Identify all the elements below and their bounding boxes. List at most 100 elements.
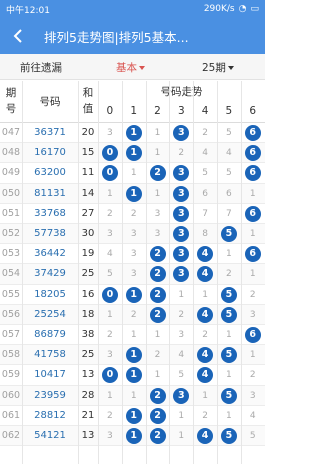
number-cell: 25254	[34, 308, 66, 320]
battery-icon: ▭	[250, 4, 259, 14]
miss-count: 2	[107, 208, 113, 219]
miss-count: 1	[154, 188, 161, 199]
sum-cell: 13	[81, 430, 95, 441]
miss-count: 3	[178, 330, 185, 340]
hit-ball: 1	[125, 125, 142, 141]
number-cell: 18205	[34, 288, 66, 300]
miss-count: 2	[178, 309, 185, 320]
hit-ball: 3	[173, 185, 190, 202]
hit-ball: 3	[173, 205, 190, 222]
hit-ball: 4	[197, 367, 214, 384]
miss-count: 1	[202, 289, 208, 300]
status-time: 中午12:01	[6, 5, 50, 16]
period-cell: 054	[1, 268, 21, 280]
hit-ball: 5	[220, 428, 237, 444]
number-cell: 63200	[34, 167, 66, 179]
hit-ball: 4	[197, 306, 214, 323]
miss-count: 2	[249, 370, 256, 381]
sum-cell: 19	[81, 248, 95, 260]
miss-count: 4	[249, 410, 256, 421]
period-cell: 058	[1, 349, 21, 361]
hit-ball: 5	[220, 306, 237, 323]
miss-count: 1	[107, 309, 113, 320]
miss-count: 1	[226, 249, 232, 260]
hit-ball: 3	[173, 226, 190, 242]
table-row: 055 18205 16 0 1 2 1 1 5 2	[0, 285, 265, 305]
miss-count: 5	[226, 168, 232, 179]
period-cell: 061	[1, 409, 21, 421]
header-sum: 和值	[78, 85, 98, 117]
chevron-down-icon	[139, 66, 145, 70]
period-dropdown[interactable]: 25期	[202, 60, 234, 75]
period-cell: 056	[1, 308, 21, 320]
sum-cell: 21	[81, 409, 95, 421]
miss-count: 2	[178, 148, 185, 159]
miss-count: 7	[226, 208, 232, 219]
back-button[interactable]	[8, 25, 30, 47]
column-divider	[22, 81, 23, 464]
hit-ball: 4	[197, 266, 214, 283]
period-cell: 048	[1, 147, 21, 159]
hit-ball: 1	[125, 286, 142, 303]
miss-count: 2	[202, 330, 208, 340]
number-cell: 37429	[34, 268, 66, 280]
period-cell: 060	[1, 389, 21, 401]
table-row: 057 86879 38 2 1 1 3 2 1 6	[0, 325, 265, 346]
miss-count: 4	[107, 249, 113, 260]
table-row: 056 25254 18 1 2 2 2 4 5 3	[0, 304, 265, 325]
mode-label: 基本	[116, 62, 137, 74]
miss-count: 1	[249, 188, 256, 199]
column-divider	[98, 81, 99, 464]
miss-count: 2	[202, 410, 208, 421]
sum-cell: 25	[81, 349, 95, 361]
missing-filter[interactable]: 前往遗漏	[20, 60, 62, 75]
table-row: 049 63200 11 0 1 2 3 5 5 6	[0, 163, 265, 184]
miss-count: 1	[178, 289, 185, 300]
sum-cell: 38	[81, 329, 95, 340]
hit-ball: 1	[125, 185, 142, 202]
miss-count: 3	[107, 229, 113, 239]
hit-ball: 6	[244, 205, 261, 222]
hit-ball: 5	[220, 347, 237, 364]
miss-count: 1	[226, 370, 232, 381]
sum-cell: 16	[81, 288, 95, 300]
sum-cell: 11	[81, 167, 95, 179]
network-speed: 290K/s	[203, 4, 235, 14]
period-cell: 062	[1, 430, 21, 441]
column-divider	[217, 81, 218, 464]
hit-ball: 2	[149, 165, 166, 182]
hit-ball: 1	[125, 347, 142, 364]
number-cell: 23959	[34, 389, 66, 401]
miss-count: 1	[202, 390, 208, 401]
number-cell: 28812	[34, 409, 66, 421]
hit-ball: 1	[125, 145, 142, 162]
miss-count: 3	[130, 229, 137, 239]
period-cell: 051	[1, 207, 21, 219]
hit-ball: 0	[101, 165, 118, 182]
miss-count: 1	[130, 330, 137, 340]
miss-count: 4	[178, 350, 185, 361]
hit-ball: 4	[197, 428, 214, 444]
miss-count: 6	[226, 188, 232, 199]
column-divider	[145, 81, 147, 464]
table-row: 051 33768 27 2 2 3 3 7 7 6	[0, 204, 265, 224]
hit-ball: 2	[149, 407, 166, 424]
number-cell: 10417	[34, 369, 66, 381]
hit-ball: 2	[149, 387, 166, 404]
number-cell: 86879	[34, 329, 66, 340]
miss-count: 2	[130, 309, 137, 320]
hit-ball: 3	[173, 246, 190, 263]
wifi-icon: ◔	[238, 4, 247, 14]
hit-ball: 2	[149, 246, 166, 263]
miss-count: 1	[249, 350, 256, 361]
sum-cell: 27	[81, 207, 95, 219]
miss-count: 1	[249, 269, 256, 280]
hit-ball: 4	[197, 246, 214, 263]
table-row: 059 10417 13 0 1 1 5 4 1 2	[0, 365, 265, 386]
digit-header-3: 3	[177, 105, 185, 117]
mode-dropdown[interactable]: 基本	[116, 60, 145, 75]
hit-ball: 6	[244, 246, 261, 263]
period-label: 25期	[202, 62, 226, 74]
status-bar: 中午12:01 290K/s ◔ ▭	[0, 0, 265, 18]
miss-count: 2	[107, 330, 113, 340]
